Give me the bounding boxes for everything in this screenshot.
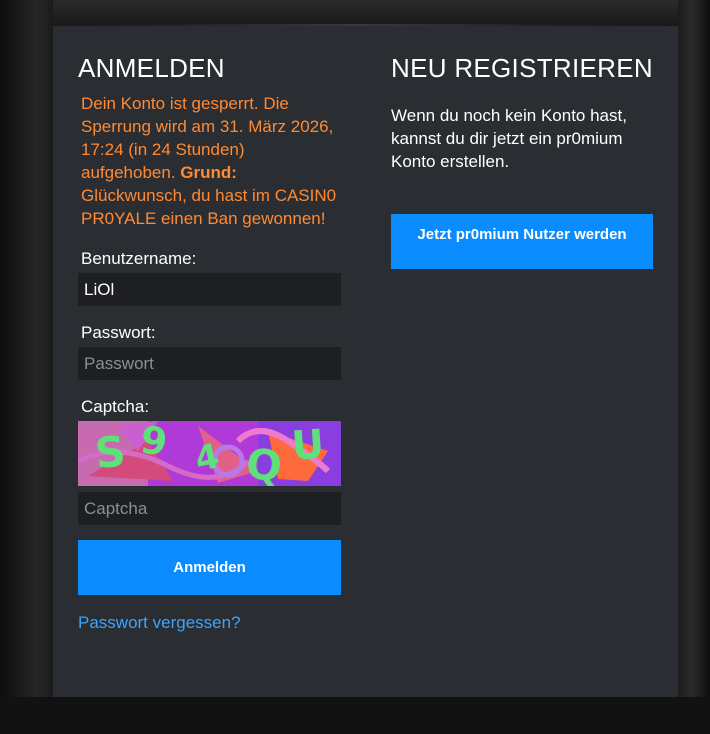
background-right-frame [678,0,710,734]
username-group: Benutzername: [78,249,341,306]
ban-message: Dein Konto ist gesperrt. Die Sperrung wi… [81,92,341,230]
password-group: Passwort: [78,323,341,380]
username-input[interactable] [78,273,341,306]
login-section: ANMELDEN Dein Konto ist gesperrt. Die Sp… [78,52,341,633]
background-bottom-frame [0,697,710,734]
captcha-group: Captcha: S 9 4 Q U [78,397,341,525]
login-heading: ANMELDEN [78,53,225,83]
register-button[interactable]: Jetzt pr0mium Nutzer werden [391,214,653,269]
svg-text:Q: Q [244,439,285,486]
svg-text:S: S [93,426,128,478]
username-label: Benutzername: [81,249,197,268]
captcha-label: Captcha: [81,397,150,416]
captcha-image: S 9 4 Q U [78,421,341,486]
password-input[interactable] [78,347,341,380]
svg-text:U: U [290,422,326,470]
register-description: Wenn du noch kein Konto hast, kannst du … [391,106,627,171]
ban-reason-text: Glückwunsch, du hast im CASIN0 PR0YALE e… [81,186,337,228]
register-heading: NEU REGISTRIEREN [391,53,653,83]
auth-panel: ANMELDEN Dein Konto ist gesperrt. Die Sp… [53,26,678,697]
password-label: Passwort: [81,323,156,342]
captcha-input[interactable] [78,492,341,525]
register-section: NEU REGISTRIEREN Wenn du noch kein Konto… [391,52,653,269]
forgot-password-row: Passwort vergessen? [78,613,341,633]
login-button[interactable]: Anmelden [78,540,341,595]
forgot-password-link[interactable]: Passwort vergessen? [78,613,241,633]
background-banner [0,0,710,24]
background-left-frame [0,0,53,734]
ban-reason-label: Grund: [180,163,237,182]
